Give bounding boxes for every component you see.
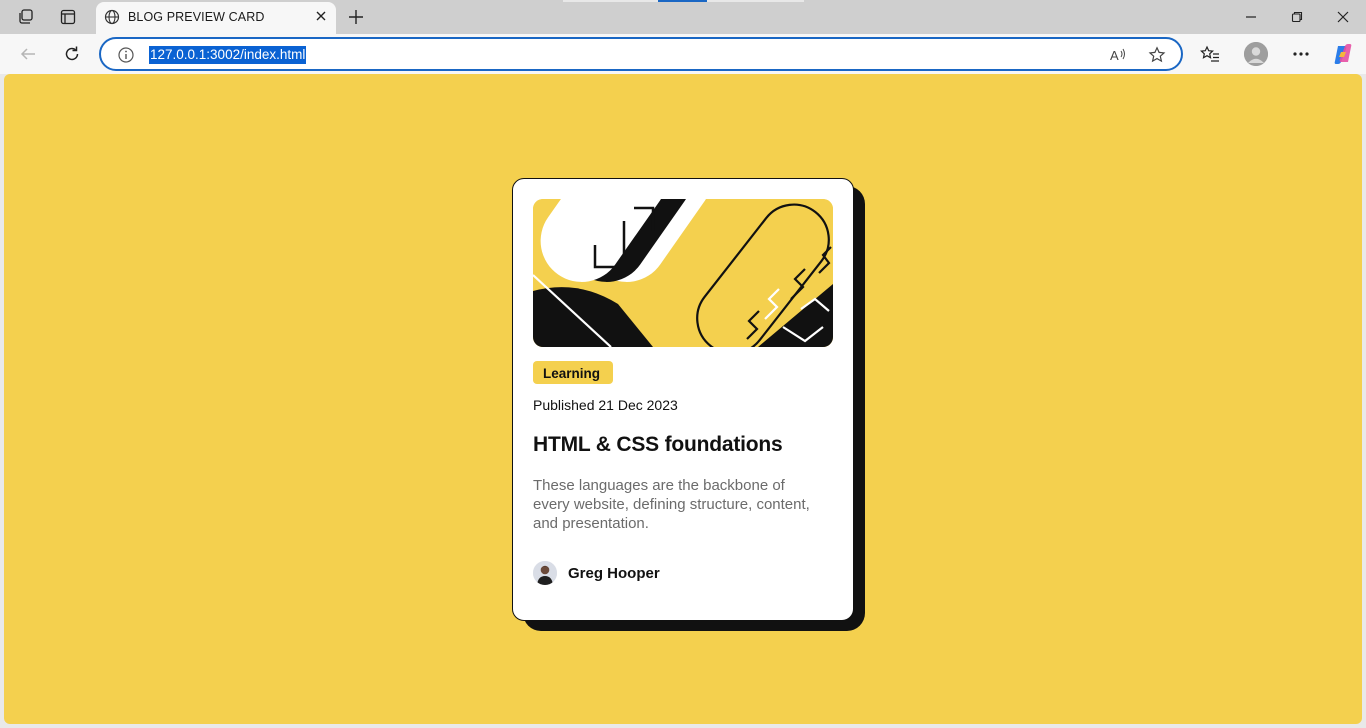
workspaces-icon[interactable] [13,5,39,29]
restore-icon[interactable] [1274,4,1320,30]
new-tab-icon[interactable] [344,5,368,29]
tab-actions-icon[interactable] [55,5,81,29]
globe-icon [104,9,120,30]
tab-title: BLOG PREVIEW CARD [128,10,265,24]
title-bar: BLOG PREVIEW CARD [0,0,1366,34]
read-aloud-icon[interactable]: A [1107,45,1129,65]
svg-text:A: A [1110,48,1119,63]
card-illustration [533,199,833,347]
drag-indicator-active [658,0,707,2]
address-bar[interactable]: 127.0.0.1:3002/index.html A [99,37,1183,71]
close-window-icon[interactable] [1320,4,1366,30]
drag-indicator [707,0,804,2]
refresh-icon[interactable] [57,40,87,68]
author-avatar [533,561,557,585]
copilot-icon[interactable] [1330,41,1356,67]
favorite-star-icon[interactable] [1146,45,1168,65]
blog-preview-card: Learning Published 21 Dec 2023 HTML & CS… [512,178,854,621]
publish-date: Published 21 Dec 2023 [533,397,678,413]
category-tag: Learning [533,361,614,384]
profile-icon[interactable] [1244,42,1268,66]
author-name: Greg Hooper [568,565,660,582]
card-description: These languages are the backbone of ever… [533,477,810,532]
url-text[interactable]: 127.0.0.1:3002/index.html [149,46,307,64]
drag-indicator [563,0,658,2]
favorites-icon[interactable] [1197,41,1223,67]
back-icon[interactable] [13,40,43,68]
minimize-icon[interactable] [1228,4,1274,30]
more-icon[interactable] [1288,41,1314,67]
browser-toolbar: 127.0.0.1:3002/index.html A [0,34,1366,74]
close-tab-icon[interactable] [314,9,328,28]
card-title[interactable]: HTML & CSS foundations [533,433,783,457]
active-tab[interactable]: BLOG PREVIEW CARD [96,2,336,34]
site-info-icon[interactable] [117,46,135,69]
